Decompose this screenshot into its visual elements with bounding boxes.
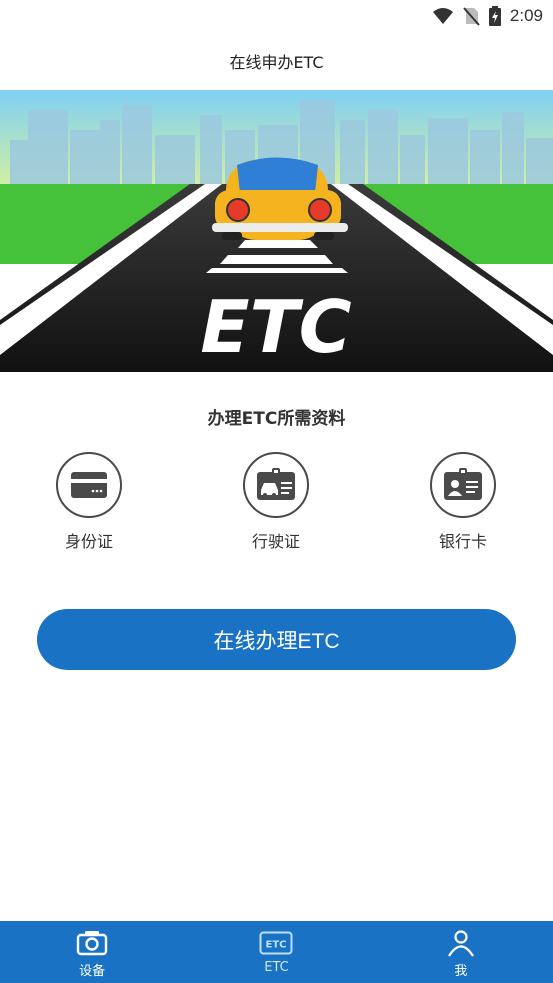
id-badge-icon <box>444 468 482 500</box>
requirements-title: 办理ETC所需资料 <box>207 409 346 429</box>
requirement-label: 银行卡 <box>438 532 487 551</box>
tab-label: ETC <box>264 960 289 975</box>
requirement-label: 身份证 <box>64 532 113 551</box>
tab-label: 我 <box>454 964 468 979</box>
tab-device[interactable]: 设备 <box>0 921 184 983</box>
status-time: 2:09 <box>509 6 543 25</box>
doc-icon-circle <box>430 452 496 518</box>
status-bar: 2:09 <box>0 0 553 32</box>
status-icons: 2:09 <box>432 4 543 28</box>
person-icon <box>447 930 474 957</box>
battery-charging-icon <box>488 6 501 26</box>
requirement-id-card[interactable]: 身份证 <box>29 452 149 552</box>
app-header: 在线申办ETC <box>0 32 553 90</box>
doc-icon-circle <box>243 452 309 518</box>
apply-etc-button[interactable]: 在线办理ETC <box>37 609 516 670</box>
bottom-tab-bar: 设备 ETC ETC 我 <box>0 921 553 983</box>
wifi-icon <box>432 8 453 24</box>
card-icon <box>71 472 107 498</box>
requirement-vehicle-license[interactable]: 行驶证 <box>216 452 336 552</box>
svg-text:ETC: ETC <box>266 940 287 951</box>
etc-icon: ETC <box>259 931 293 955</box>
camera-icon <box>76 931 108 956</box>
tab-label: 设备 <box>79 964 106 979</box>
tab-me[interactable]: 我 <box>369 921 553 983</box>
etc-banner-image: ETC <box>0 90 553 372</box>
requirement-label: 行驶证 <box>251 532 300 551</box>
tab-etc[interactable]: ETC ETC <box>184 921 368 983</box>
doc-icon-circle <box>56 452 122 518</box>
requirement-bank-card[interactable]: 银行卡 <box>403 452 523 552</box>
vehicle-license-icon <box>257 468 295 500</box>
road-marking-text: ETC <box>200 285 351 369</box>
page-title: 在线申办ETC <box>229 53 324 72</box>
no-sim-icon <box>463 7 480 26</box>
